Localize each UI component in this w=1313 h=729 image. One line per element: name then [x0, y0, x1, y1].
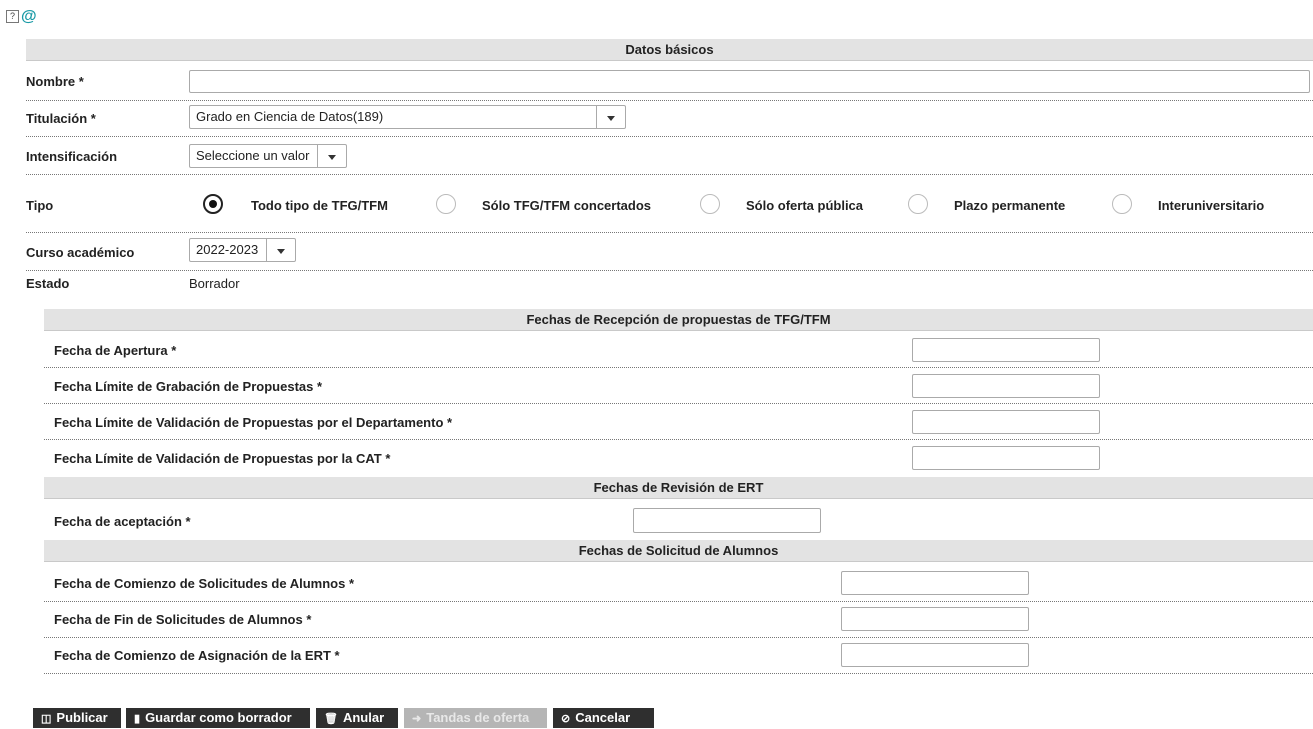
chevron-down-icon[interactable]	[266, 239, 295, 261]
row-fecha-apertura: Fecha de Apertura *	[44, 331, 1313, 368]
fecha-apertura-input[interactable]	[912, 338, 1100, 362]
tipo-label-plazo-permanente: Plazo permanente	[954, 198, 1066, 213]
anular-label: Anular	[342, 710, 385, 725]
row-fecha-comienzo-solicitudes: Fecha de Comienzo de Solicitudes de Alum…	[44, 564, 1313, 602]
tipo-label: Tipo	[26, 198, 54, 213]
row-fecha-asignacion-ert: Fecha de Comienzo de Asignación de la ER…	[44, 637, 1313, 674]
row-fecha-fin-solicitudes: Fecha de Fin de Solicitudes de Alumnos *	[44, 601, 1313, 638]
row-fecha-grabacion: Fecha Límite de Grabación de Propuestas …	[44, 367, 1313, 404]
tipo-radio-todo[interactable]	[203, 194, 223, 214]
publicar-label: Publicar	[56, 710, 108, 725]
tandas-label: Tandas de oferta	[426, 710, 530, 725]
fecha-asignacion-ert-label: Fecha de Comienzo de Asignación de la ER…	[54, 648, 340, 663]
fecha-asignacion-ert-input[interactable]	[841, 643, 1029, 667]
curso-select[interactable]: 2022-2023	[189, 238, 296, 262]
cancel-icon: ⊘	[561, 713, 571, 725]
anular-button[interactable]: 🗑 Anular	[316, 708, 398, 728]
arrow-right-circle-icon: ➜	[412, 713, 422, 725]
fecha-validacion-departamento-label: Fecha Límite de Validación de Propuestas…	[54, 415, 453, 430]
row-titulacion: Titulación * Grado en Ciencia de Datos(1…	[26, 100, 1313, 137]
intensificacion-value: Seleccione un valor	[196, 148, 310, 163]
tipo-label-todo: Todo tipo de TFG/TFM	[251, 198, 388, 213]
fecha-aceptacion-input[interactable]	[633, 508, 821, 533]
row-intensificacion: Intensificación Seleccione un valor	[26, 136, 1313, 175]
save-icon: ◫	[41, 713, 52, 725]
fecha-comienzo-solicitudes-label: Fecha de Comienzo de Solicitudes de Alum…	[54, 576, 355, 591]
row-fecha-validacion-cat: Fecha Límite de Validación de Propuestas…	[44, 439, 1313, 475]
publicar-button[interactable]: ◫ Publicar	[33, 708, 121, 728]
fecha-apertura-label: Fecha de Apertura *	[54, 343, 177, 358]
row-fecha-validacion-departamento: Fecha Límite de Validación de Propuestas…	[44, 403, 1313, 440]
cancelar-button[interactable]: ⊘ Cancelar	[553, 708, 654, 728]
trash-icon: 🗑	[324, 713, 338, 725]
document-icon: ▮	[134, 713, 141, 725]
curso-value: 2022-2023	[196, 242, 259, 257]
guardar-borrador-button[interactable]: ▮ Guardar como borrador	[126, 708, 310, 728]
help-icon[interactable]: ?	[6, 10, 19, 23]
tipo-label-interuniversitario: Interuniversitario	[1158, 198, 1265, 213]
tipo-radio-plazo-permanente[interactable]	[908, 194, 928, 214]
cancelar-label: Cancelar	[575, 710, 631, 725]
titulacion-value: Grado en Ciencia de Datos(189)	[196, 109, 384, 124]
tipo-label-oferta-publica: Sólo oferta pública	[746, 198, 864, 213]
fecha-grabacion-input[interactable]	[912, 374, 1100, 398]
fecha-fin-solicitudes-label: Fecha de Fin de Solicitudes de Alumnos *	[54, 612, 312, 627]
row-estado: Estado Borrador	[26, 270, 1313, 294]
titulacion-label: Titulación *	[26, 111, 96, 126]
section-header-recepcion: Fechas de Recepción de propuestas de TFG…	[44, 309, 1313, 331]
row-curso: Curso académico 2022-2023	[26, 232, 1313, 271]
tipo-label-concertados: Sólo TFG/TFM concertados	[482, 198, 652, 213]
tipo-radio-oferta-publica[interactable]	[700, 194, 720, 214]
curso-label: Curso académico	[26, 245, 135, 260]
intensificacion-label: Intensificación	[26, 149, 118, 164]
fecha-validacion-cat-input[interactable]	[912, 446, 1100, 470]
row-fecha-aceptacion: Fecha de aceptación *	[44, 500, 1313, 538]
row-nombre: Nombre *	[26, 64, 1313, 101]
at-icon[interactable]: @	[21, 8, 37, 24]
tipo-radio-concertados[interactable]	[436, 194, 456, 214]
fecha-grabacion-label: Fecha Límite de Grabación de Propuestas …	[54, 379, 323, 394]
fecha-validacion-departamento-input[interactable]	[912, 410, 1100, 434]
section-header-revision: Fechas de Revisión de ERT	[44, 477, 1313, 499]
tandas-oferta-button[interactable]: ➜ Tandas de oferta	[404, 708, 547, 728]
top-toolbar: ? @	[6, 8, 37, 24]
fecha-validacion-cat-label: Fecha Límite de Validación de Propuestas…	[54, 451, 391, 466]
fecha-aceptacion-label: Fecha de aceptación *	[54, 514, 191, 529]
section-header-datos-basicos: Datos básicos	[26, 39, 1313, 61]
chevron-down-icon[interactable]	[317, 145, 346, 167]
estado-value: Borrador	[189, 276, 240, 291]
fecha-comienzo-solicitudes-input[interactable]	[841, 571, 1029, 595]
nombre-label: Nombre *	[26, 74, 84, 89]
fecha-fin-solicitudes-input[interactable]	[841, 607, 1029, 631]
estado-label: Estado	[26, 276, 70, 291]
nombre-input[interactable]	[189, 70, 1310, 93]
tipo-radio-interuniversitario[interactable]	[1112, 194, 1132, 214]
section-header-solicitud: Fechas de Solicitud de Alumnos	[44, 540, 1313, 562]
chevron-down-icon[interactable]	[596, 106, 625, 128]
intensificacion-select[interactable]: Seleccione un valor	[189, 144, 347, 168]
titulacion-select[interactable]: Grado en Ciencia de Datos(189)	[189, 105, 626, 129]
guardar-label: Guardar como borrador	[145, 710, 292, 725]
row-tipo: Tipo Todo tipo de TFG/TFM Sólo TFG/TFM c…	[26, 174, 1313, 233]
